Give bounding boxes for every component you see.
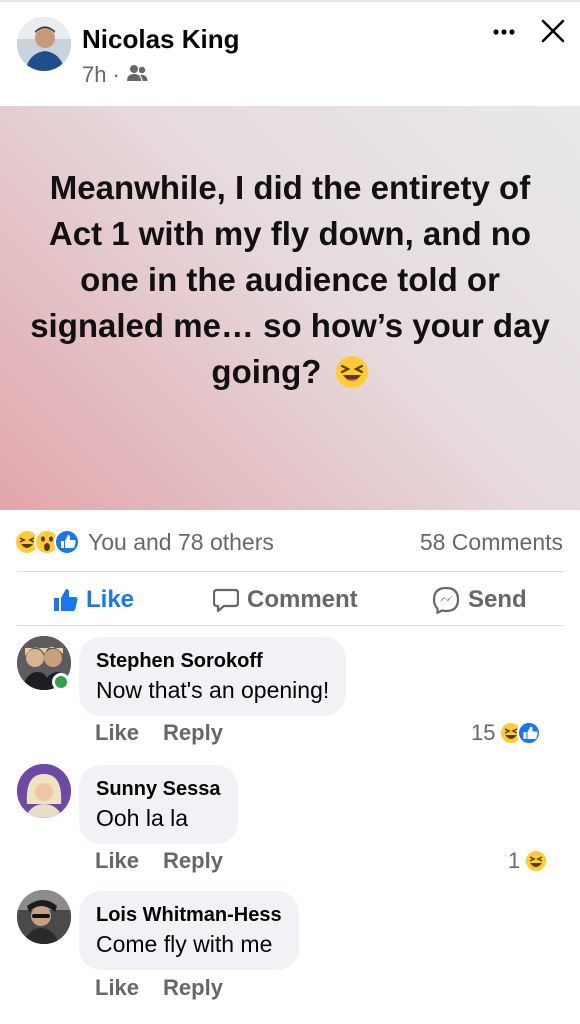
comment-reaction-count: 15 (471, 720, 496, 745)
send-label: Send (468, 586, 527, 613)
like-icon (54, 529, 80, 555)
comment-icon (213, 588, 239, 613)
reaction-icons[interactable] (14, 529, 86, 555)
comment-author[interactable]: Stephen Sorokoff (96, 647, 329, 675)
laughing-face-emoji (335, 355, 369, 401)
more-options-button[interactable] (490, 20, 522, 44)
divider (17, 571, 563, 572)
comment-actions: Like Reply (95, 848, 223, 874)
author-avatar[interactable] (17, 17, 71, 71)
comment-bubble[interactable]: Sunny Sessa Ooh la la (79, 765, 238, 844)
comment-like-button[interactable]: Like (95, 720, 139, 746)
comment-text: Ooh la la (96, 805, 189, 831)
comment-text: Now that's an opening! (96, 677, 330, 703)
comment-actions: Like Reply (95, 975, 223, 1001)
comment-text: Come fly with me (96, 931, 273, 957)
comment-reply-button[interactable]: Reply (163, 720, 223, 746)
divider (17, 625, 563, 626)
like-label: Like (86, 586, 135, 613)
comment-label: Comment (247, 586, 358, 613)
send-button[interactable]: Send (432, 582, 527, 618)
friends-icon (126, 62, 148, 88)
comment-reaction-count: 1 (508, 848, 521, 873)
post-text-block: Meanwhile, I did the entirety of Act 1 w… (30, 165, 550, 401)
reactions-row: You and 78 others 58 Comments (0, 518, 580, 564)
comment-actions: Like Reply (95, 720, 223, 746)
post-time[interactable]: 7h (82, 62, 106, 88)
meta-separator: · (112, 62, 120, 87)
thumbs-up-icon (54, 589, 78, 611)
comment-button[interactable]: Comment (213, 582, 358, 618)
comment-reply-button[interactable]: Reply (163, 975, 223, 1001)
online-status-dot (52, 673, 70, 691)
commenter-avatar[interactable] (17, 764, 71, 818)
comment-like-button[interactable]: Like (95, 848, 139, 874)
like-icon (517, 721, 542, 745)
comment-author[interactable]: Sunny Sessa (96, 775, 221, 803)
close-icon (541, 19, 565, 43)
like-button[interactable]: Like (52, 582, 134, 618)
comment-like-button[interactable]: Like (95, 975, 139, 1001)
close-button[interactable] (540, 18, 566, 44)
messenger-icon (432, 586, 460, 614)
post-meta: 7h · (82, 62, 148, 88)
comments-count[interactable]: 58 Comments (420, 529, 563, 556)
comment-bubble[interactable]: Stephen Sorokoff Now that's an opening! (79, 637, 347, 716)
post-text: Meanwhile, I did the entirety of Act 1 w… (30, 169, 550, 390)
comment-author[interactable]: Lois Whitman-Hess (96, 901, 282, 929)
author-name[interactable]: Nicolas King (82, 24, 239, 55)
post-header: Nicolas King 7h · (0, 0, 580, 106)
comment-reactions[interactable]: 15 (471, 720, 542, 746)
commenter-avatar[interactable] (17, 890, 71, 944)
comment-reply-button[interactable]: Reply (163, 848, 223, 874)
haha-icon (524, 849, 549, 873)
more-icon (493, 29, 515, 35)
comment-bubble[interactable]: Lois Whitman-Hess Come fly with me (79, 891, 299, 970)
comment-reactions[interactable]: 1 (508, 848, 549, 874)
reactors-summary[interactable]: You and 78 others (88, 529, 274, 556)
